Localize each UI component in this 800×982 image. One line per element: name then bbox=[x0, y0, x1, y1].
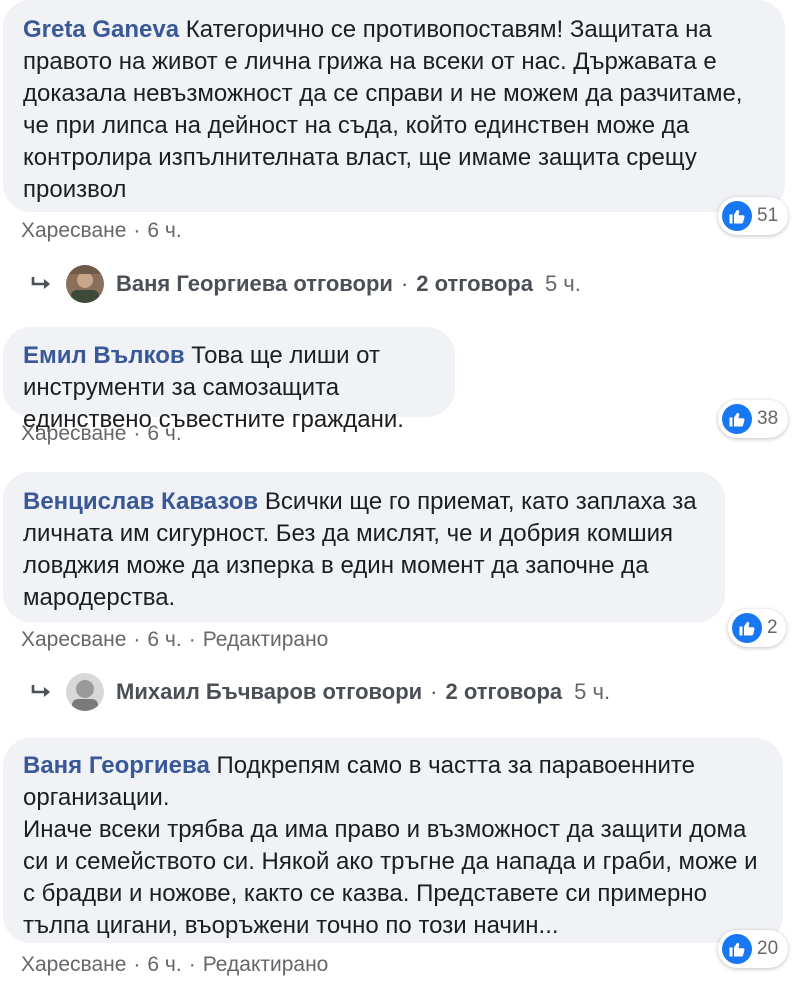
like-reaction-icon bbox=[722, 404, 752, 434]
reaction-count[interactable]: 38 bbox=[718, 400, 789, 438]
comment-author[interactable]: Венцислав Кавазов bbox=[23, 488, 258, 515]
comment-time[interactable]: 6 ч. bbox=[147, 219, 181, 242]
comment-time[interactable]: 6 ч. bbox=[147, 628, 181, 651]
separator: · bbox=[133, 628, 141, 651]
reply-arrow-icon bbox=[31, 277, 50, 289]
reaction-count[interactable]: 20 bbox=[718, 930, 789, 968]
reply-author-text: Ваня Георгиева отговори bbox=[116, 271, 393, 296]
like-link[interactable]: Харесване bbox=[21, 422, 126, 445]
comment-text: Категорично се противопоставям! Защитата… bbox=[23, 16, 743, 203]
separator: · bbox=[400, 271, 409, 296]
reply-time: 5 ч. bbox=[544, 271, 581, 296]
comment-time[interactable]: 6 ч. bbox=[147, 953, 181, 976]
reaction-count-value: 20 bbox=[757, 938, 779, 959]
comment-bubble: Greta Ganeva Категорично се противопоста… bbox=[3, 0, 785, 212]
separator: · bbox=[133, 953, 141, 976]
separator: · bbox=[188, 628, 196, 651]
comment-time[interactable]: 6 ч. bbox=[147, 422, 181, 445]
comment-meta: Харесване · 6 ч. bbox=[21, 219, 182, 243]
reply-author-text: Михаил Бъчваров отговори bbox=[116, 679, 423, 704]
replies-link[interactable]: Михаил Бъчваров отговори · 2 отговора 5 … bbox=[30, 673, 610, 711]
reaction-count-value: 2 bbox=[767, 617, 778, 638]
comment-author[interactable]: Greta Ganeva bbox=[23, 16, 179, 43]
reply-count: 2 отговора bbox=[445, 679, 563, 704]
comment-bubble: Ваня Георгиева Подкрепям само в частта з… bbox=[3, 738, 783, 943]
reply-arrow-icon bbox=[31, 685, 50, 697]
reply-time: 5 ч. bbox=[574, 679, 611, 704]
reply-count: 2 отговора bbox=[416, 271, 533, 296]
reaction-count[interactable]: 2 bbox=[728, 609, 786, 647]
reaction-count[interactable]: 51 bbox=[718, 197, 789, 235]
like-link[interactable]: Харесване bbox=[21, 628, 126, 651]
like-reaction-icon bbox=[722, 201, 752, 231]
comment-author[interactable]: Емил Вълков bbox=[23, 342, 185, 369]
separator: · bbox=[133, 422, 141, 445]
edited-label[interactable]: Редактирано bbox=[203, 953, 329, 976]
edited-label[interactable]: Редактирано bbox=[203, 628, 329, 651]
like-reaction-icon bbox=[722, 934, 752, 964]
separator: · bbox=[430, 679, 438, 704]
comment-author[interactable]: Ваня Георгиева bbox=[23, 752, 210, 779]
like-link[interactable]: Харесване bbox=[21, 953, 126, 976]
replies-link[interactable]: Ваня Георгиева отговори · 2 отговора 5 ч… bbox=[30, 265, 581, 303]
reaction-count-value: 38 bbox=[757, 408, 779, 429]
reaction-count-value: 51 bbox=[757, 205, 779, 226]
separator: · bbox=[133, 219, 141, 242]
comment-bubble: Емил Вълков Това ще лиши от инструменти … bbox=[3, 327, 455, 433]
comment-meta: Харесване · 6 ч. · Редактирано bbox=[21, 953, 328, 977]
comment-text-continued: Иначе всеки трябва да има право и възмож… bbox=[23, 816, 758, 939]
comment-meta: Харесване · 6 ч. bbox=[21, 422, 182, 446]
avatar bbox=[66, 265, 104, 303]
comment-meta: Харесване · 6 ч. · Редактирано bbox=[21, 628, 328, 652]
like-link[interactable]: Харесване bbox=[21, 219, 126, 242]
comment-bubble: Венцислав Кавазов Всички ще го приемат, … bbox=[3, 472, 725, 622]
avatar bbox=[66, 673, 104, 711]
like-reaction-icon bbox=[732, 613, 762, 643]
separator: · bbox=[188, 953, 196, 976]
